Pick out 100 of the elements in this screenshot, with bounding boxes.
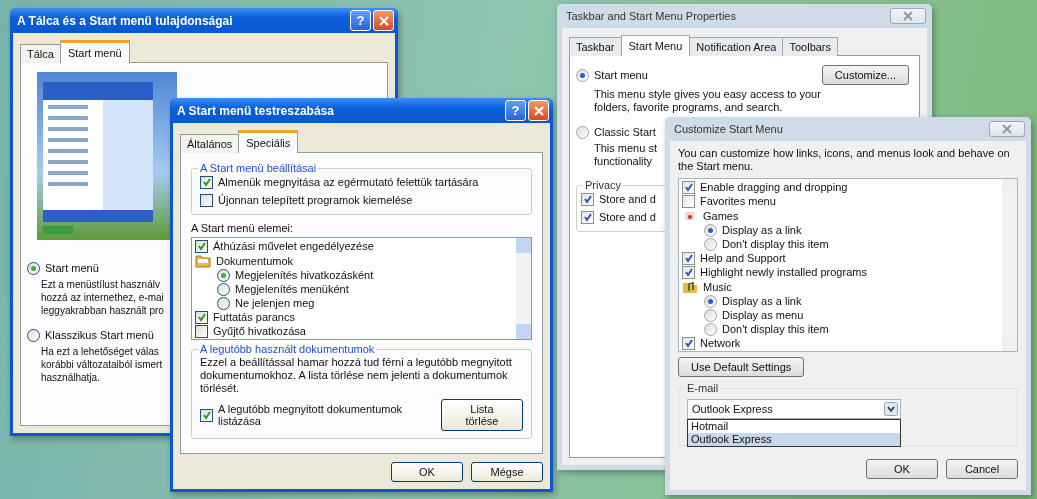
button[interactable]: OK <box>866 459 938 479</box>
description-text: leggyakrabban használt pro <box>41 304 164 317</box>
button[interactable]: Mégse <box>471 462 543 482</box>
radio-label: Display as a link <box>722 224 802 236</box>
checkbox[interactable] <box>682 336 695 350</box>
checkbox[interactable] <box>195 324 208 338</box>
checkbox-label: Enable dragging and dropping <box>700 181 848 193</box>
button[interactable]: Cancel <box>946 459 1018 479</box>
description-text: Ha ezt a lehetőséget válas <box>41 345 159 358</box>
group-title: Privacy <box>583 179 624 191</box>
window-title: A Tálca és a Start menü tulajdonságai <box>17 13 233 28</box>
checkbox[interactable] <box>581 210 594 224</box>
radio-label: Klasszikus Start menü <box>45 329 154 341</box>
group-title: A legutóbb használt dokumentumok <box>198 343 377 355</box>
checkbox[interactable] <box>682 180 695 194</box>
list-heading: Dokumentumok <box>216 254 294 267</box>
checkbox[interactable] <box>195 310 208 324</box>
radio-button[interactable] <box>576 68 589 82</box>
close-icon <box>378 15 389 26</box>
group-title: E-mail <box>685 382 721 394</box>
checkbox-label: Újonnan telepített programok kiemelése <box>218 194 413 206</box>
help-button[interactable]: ? <box>350 10 371 31</box>
checkbox-label: Help and Support <box>700 252 786 264</box>
radio-button[interactable] <box>704 294 717 308</box>
dropdown-option[interactable]: Hotmail <box>688 420 900 433</box>
checkbox[interactable] <box>200 175 213 189</box>
checkbox[interactable] <box>581 192 594 206</box>
checkbox[interactable] <box>195 239 208 253</box>
close-button[interactable] <box>989 121 1025 137</box>
dropdown-option[interactable]: Outlook Express <box>688 433 900 446</box>
window-title: Taskbar and Start Menu Properties <box>566 10 736 22</box>
radio-button[interactable] <box>217 268 230 282</box>
radio-button[interactable] <box>27 328 40 342</box>
radio-label: Ne jelenjen meg <box>235 297 315 309</box>
description-text: korábbi változataiból ismert <box>41 358 163 371</box>
radio-button[interactable] <box>217 296 230 310</box>
radio-button[interactable] <box>27 261 40 275</box>
list-heading: Games <box>703 209 739 222</box>
radio-button[interactable] <box>704 237 717 251</box>
window-title: A Start menü testreszabása <box>177 103 334 118</box>
radio-button[interactable] <box>704 322 717 336</box>
close-icon <box>533 105 544 116</box>
checkbox-label: Highlight newly installed programs <box>700 266 867 278</box>
button[interactable]: Lista törlése <box>440 399 523 431</box>
radio-label: Start menü <box>45 262 99 274</box>
list-heading: Music <box>703 280 732 293</box>
checkbox[interactable] <box>682 251 695 265</box>
close-icon <box>903 11 913 21</box>
tab[interactable]: Általános <box>180 134 240 153</box>
checkbox[interactable] <box>200 193 213 207</box>
radio-label: Display as a link <box>722 295 802 307</box>
tab[interactable]: Start menü <box>59 40 130 63</box>
checkbox-label: Gyűjtő hivatkozása <box>213 325 306 337</box>
checkbox-label: Almenük megnyitása az egérmutató felettük tartására <box>218 176 479 188</box>
description-text: hozzá az internethez, e-mai <box>41 291 164 304</box>
checkbox[interactable] <box>682 194 695 208</box>
tab[interactable]: Notification Area <box>689 37 784 56</box>
radio-label: Start menu <box>594 69 648 81</box>
radio-label: Classic Start <box>594 126 656 138</box>
window-title: Customize Start Menu <box>674 123 783 135</box>
checkbox-label: Store and d <box>599 193 656 205</box>
checkbox[interactable] <box>682 265 695 279</box>
checkbox-label: Network <box>700 337 741 349</box>
button[interactable]: OK <box>391 462 463 482</box>
radio-button[interactable] <box>704 223 717 237</box>
list-label: A Start menü elemei: <box>191 222 295 234</box>
radio-label: Megjelenítés hivatkozásként <box>235 269 374 281</box>
radio-label: Display as menu <box>722 309 804 321</box>
checkbox-label: A legutóbb megnyitott dokumentumok listázása <box>218 403 404 427</box>
radio-label: Megjelenítés menüként <box>235 283 349 295</box>
scrollbar[interactable] <box>516 238 531 339</box>
dropdown-field[interactable]: Outlook Express <box>687 399 901 419</box>
group-title: A Start menü beállításai <box>198 162 319 174</box>
checkbox[interactable] <box>200 408 213 422</box>
description-text: folders, favorite programs, and search. <box>594 101 783 114</box>
close-button[interactable] <box>890 8 926 24</box>
folder-icon <box>195 253 211 268</box>
music-folder-icon <box>682 279 698 294</box>
tab[interactable]: Taskbar <box>569 37 622 56</box>
radio-button[interactable] <box>217 282 230 296</box>
radio-label: Don't display this item <box>722 323 829 335</box>
button[interactable]: Use Default Settings <box>678 357 805 377</box>
description-text: This menu style gives you easy access to your <box>594 88 821 101</box>
tab[interactable]: Toolbars <box>782 37 839 56</box>
description-text: You can customize how links, icons, and menus look and behave on the Start menu. <box>678 147 1011 173</box>
checkbox-label: Favorites menu <box>700 195 776 207</box>
tab[interactable]: Start Menu <box>620 35 691 56</box>
description-text: functionality <box>594 155 653 168</box>
button[interactable]: Customize... <box>821 65 909 85</box>
checkbox-label: Futtatás parancs <box>213 311 295 323</box>
checkbox-label: Áthúzási művelet engedélyezése <box>213 240 374 252</box>
description-text: Ezt a menüstílust használv <box>41 278 160 291</box>
checkbox-label: Store and d <box>599 211 656 223</box>
tab[interactable]: Speciális <box>238 130 299 153</box>
description-text: Ezzel a beállítással hamar hozzá tud férni a legutóbb megnyitott dokumentumokhoz. A lista törlése nem jelenti a dokumentumok törlését. <box>200 356 513 395</box>
radio-label: Don't display this item <box>722 238 829 250</box>
description-text: This menu st <box>594 142 657 155</box>
radio-button[interactable] <box>704 308 717 322</box>
radio-button[interactable] <box>576 125 589 139</box>
tab[interactable]: Tálca <box>20 44 61 63</box>
